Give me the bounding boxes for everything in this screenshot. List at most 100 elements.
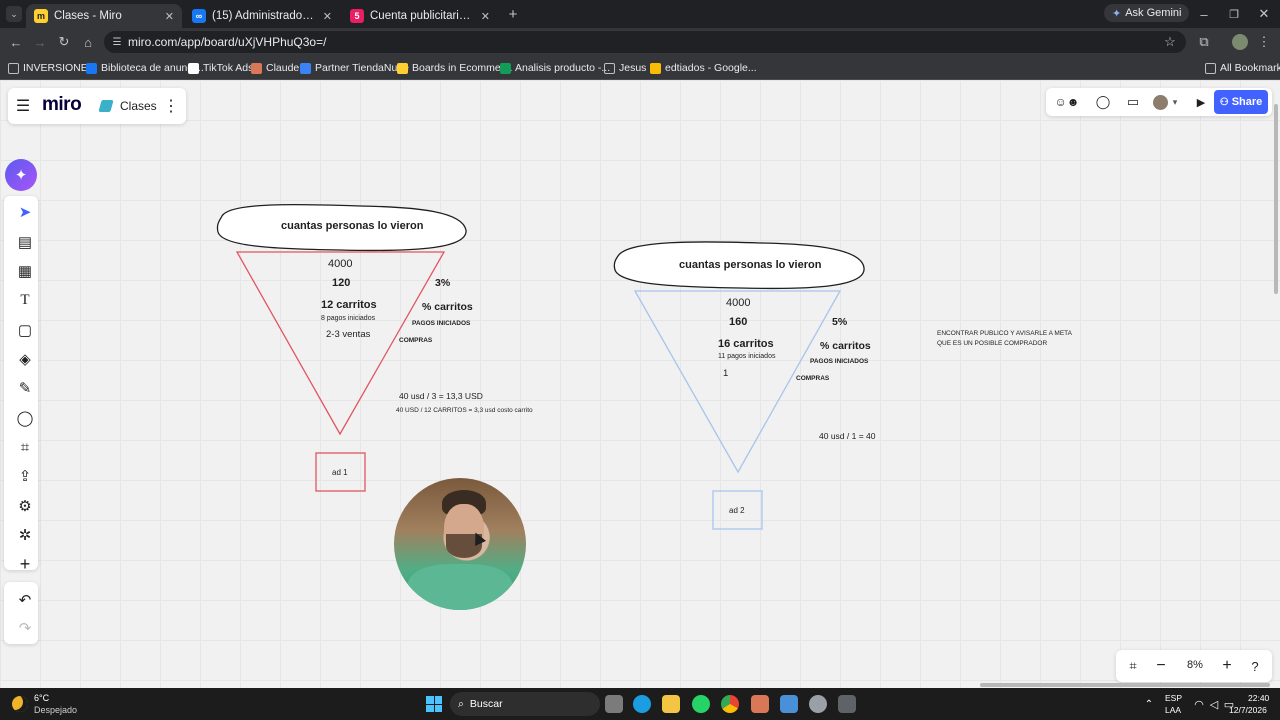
sheets-icon: [500, 62, 511, 74]
presenter-webcam: [394, 478, 526, 610]
windows-start-icon[interactable]: [426, 696, 442, 712]
tiendanube-icon: [300, 62, 311, 74]
bookmark-star-icon[interactable]: ☆: [1162, 34, 1178, 50]
clock-time[interactable]: 22:40: [1248, 693, 1269, 703]
funnel1-views[interactable]: 4000: [328, 258, 352, 270]
notepad-icon[interactable]: [780, 695, 798, 713]
site-info-icon[interactable]: ☰: [110, 35, 124, 49]
file-explorer-icon[interactable]: [605, 695, 623, 713]
taskbar-search[interactable]: ⌕ Buscar: [450, 692, 600, 716]
menu-icon[interactable]: ⋮: [1256, 34, 1272, 50]
funnel2-payments-label[interactable]: PAGOS INICIADOS: [810, 358, 868, 365]
funnel2-views[interactable]: 4000: [726, 297, 750, 309]
tab-ads-manager[interactable]: ∞ (15) Administrador de anuncios ✕: [184, 4, 340, 28]
close-icon[interactable]: ✕: [323, 10, 332, 23]
back-icon[interactable]: ←: [8, 34, 24, 50]
window-close-icon[interactable]: ✕: [1256, 6, 1272, 22]
maximize-icon[interactable]: ❐: [1226, 6, 1242, 22]
weather-desc[interactable]: Despejado: [34, 705, 77, 715]
funnel1-sales[interactable]: 2-3 ventas: [326, 329, 370, 340]
clock-date[interactable]: 12/7/2026: [1229, 705, 1267, 715]
funnel1-carts[interactable]: 12 carritos: [321, 299, 377, 311]
funnel2-carts-rate[interactable]: % carritos: [820, 340, 871, 352]
reload-icon[interactable]: ↻: [56, 34, 72, 50]
close-icon[interactable]: ✕: [481, 10, 490, 23]
minimize-icon[interactable]: –: [1196, 6, 1212, 22]
url-text: miro.com/app/board/uXjVHPhuQ3o=/: [128, 35, 327, 49]
funnel1-cart-cost-calc[interactable]: 40 USD / 12 CARRITOS = 3,3 usd costo car…: [396, 407, 533, 414]
ad2-label[interactable]: ad 2: [729, 506, 745, 515]
meta-favicon-icon: ∞: [192, 9, 206, 23]
claude-app-icon[interactable]: [751, 695, 769, 713]
bookmark-item[interactable]: edtiados - Google...: [650, 60, 757, 76]
weather-temp[interactable]: 6°C: [34, 693, 49, 703]
miro-board-canvas[interactable]: ☰ miro Clases ⋮ ☺☻ ◯ ▭ ▾ ▶ ⚇ Share ✦ ➤ ▤…: [0, 80, 1280, 688]
bookmark-item[interactable]: Partner TiendaNube: [300, 60, 409, 76]
funnel1-carts-rate[interactable]: % carritos: [422, 301, 473, 313]
whatsapp-icon[interactable]: [692, 695, 710, 713]
edge-icon[interactable]: [633, 695, 651, 713]
search-icon: ⌕: [458, 697, 464, 710]
settings-icon[interactable]: [809, 695, 827, 713]
folder-icon: [8, 62, 19, 74]
bookmark-item[interactable]: Claude: [251, 60, 299, 76]
close-icon[interactable]: ✕: [165, 10, 174, 23]
funnel1-payments-label[interactable]: PAGOS INICIADOS: [412, 320, 470, 327]
language-top[interactable]: ESP: [1165, 693, 1182, 703]
tray-chevron-icon[interactable]: ⌃: [1142, 696, 1156, 712]
address-bar[interactable]: ☰ miro.com/app/board/uXjVHPhuQ3o=/ ☆: [104, 31, 1186, 53]
presenter-shirt: [408, 564, 512, 610]
funnel1-payments[interactable]: 8 pagos iniciados: [321, 315, 375, 322]
funnels-drawing: [216, 203, 865, 530]
all-bookmarks[interactable]: All Bookmarks: [1205, 60, 1280, 76]
tab-miro[interactable]: m Clases - Miro ✕: [26, 4, 182, 28]
browser-toolbar: ← → ↻ ⌂ ☰ miro.com/app/board/uXjVHPhuQ3o…: [0, 28, 1280, 56]
volume-icon[interactable]: ◁: [1208, 696, 1220, 712]
funnel2-ctr[interactable]: 5%: [832, 316, 847, 328]
tab-ad-account[interactable]: 5 Cuenta publicitaria - #5 Meta A ✕: [342, 4, 498, 28]
funnel1-header[interactable]: cuantas personas lo vieron: [281, 220, 423, 232]
funnel2-carts[interactable]: 16 carritos: [718, 338, 774, 350]
bookmark-item[interactable]: Analisis producto -...: [500, 60, 610, 76]
meta-icon: [86, 62, 97, 74]
funnel1-clicks[interactable]: 120: [332, 277, 350, 289]
language-bottom[interactable]: LAA: [1165, 705, 1181, 715]
windows-taskbar: 6°C Despejado ⌕ Buscar ⌃ ESP LAA ◠ ◁ ▭ 2…: [0, 688, 1280, 720]
bookmark-item[interactable]: Biblioteca de anunci...: [86, 60, 204, 76]
miro-favicon-icon: m: [34, 9, 48, 23]
chrome-icon[interactable]: [721, 695, 739, 713]
tab-title: Clases - Miro: [54, 10, 122, 22]
note-line1[interactable]: ENCONTRAR PUBLICO Y AVISARLE A META: [937, 330, 1072, 337]
wifi-icon[interactable]: ◠: [1193, 696, 1205, 712]
ad1-label[interactable]: ad 1: [332, 468, 348, 477]
calculator-icon[interactable]: [838, 695, 856, 713]
gemini-sparkle-icon: ✦: [1112, 7, 1122, 20]
bookmark-item[interactable]: TikTok Ads: [188, 60, 253, 76]
folder-icon: [1205, 62, 1216, 74]
tab-title: Cuenta publicitaria - #5 Meta A: [370, 10, 475, 22]
funnel1-purchases-label[interactable]: COMPRAS: [399, 337, 432, 344]
tab-search-icon[interactable]: ⌄: [6, 6, 22, 22]
profile-avatar[interactable]: [1232, 34, 1248, 50]
forward-icon[interactable]: →: [32, 34, 48, 50]
note-line2[interactable]: QUE ES UN POSIBLE COMPRADOR: [937, 340, 1047, 347]
funnel1-cost-calc[interactable]: 40 usd / 3 = 13,3 USD: [399, 391, 483, 401]
bookmark-item[interactable]: Jesus: [604, 60, 646, 76]
folder-icon[interactable]: [662, 695, 680, 713]
folder-icon: [604, 62, 615, 74]
ask-gemini-button[interactable]: ✦ Ask Gemini: [1104, 4, 1190, 22]
funnel2-payments[interactable]: 11 pagos iniciados: [718, 353, 775, 360]
new-tab-button[interactable]: +: [504, 5, 522, 23]
weather-moon-icon[interactable]: [12, 696, 28, 712]
extensions-icon[interactable]: ⧉: [1196, 34, 1212, 50]
bookmark-item[interactable]: Boards in Ecommer...: [397, 60, 512, 76]
funnel2-cost-calc[interactable]: 40 usd / 1 = 40: [819, 431, 875, 441]
funnel2-purchases-label[interactable]: COMPRAS: [796, 375, 829, 382]
bookmark-item[interactable]: INVERSIONES: [8, 60, 95, 76]
funnel2-clicks[interactable]: 160: [729, 316, 747, 328]
home-icon[interactable]: ⌂: [80, 34, 96, 50]
funnel1-ctr[interactable]: 3%: [435, 277, 450, 289]
funnel2-header[interactable]: cuantas personas lo vieron: [679, 259, 821, 271]
claude-icon: [251, 62, 262, 74]
funnel2-sales[interactable]: 1: [723, 368, 728, 379]
